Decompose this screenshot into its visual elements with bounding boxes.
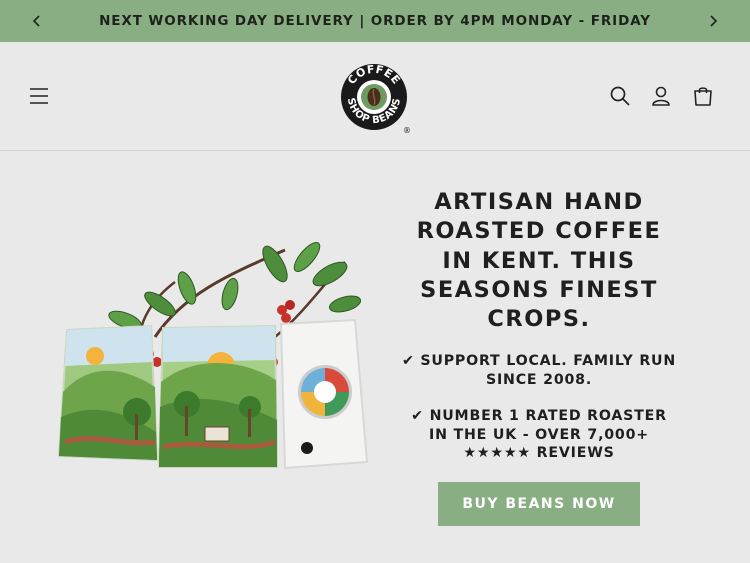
account-icon — [652, 86, 670, 106]
hamburger-icon — [30, 88, 48, 104]
hero-banner: ARTISAN HAND ROASTED COFFEE IN KENT. THI… — [0, 152, 750, 563]
search-button[interactable] — [607, 82, 633, 110]
hero-bullet-rated: ✔ NUMBER 1 RATED ROASTER IN THE UK - OVE… — [411, 408, 667, 443]
announcement-next-button[interactable] — [700, 8, 726, 34]
chevron-left-icon — [32, 15, 40, 27]
search-icon — [610, 86, 630, 106]
buy-beans-button[interactable]: BUY BEANS NOW — [438, 482, 640, 526]
site-header: COFFEE SHOP BEANS ® — [0, 42, 750, 151]
menu-button[interactable] — [26, 83, 52, 109]
hero-bullet-local: ✔ SUPPORT LOCAL. FAMILY RUN SINCE 2008. — [401, 353, 677, 388]
account-button[interactable] — [648, 82, 674, 110]
hero-headline: ARTISAN HAND ROASTED COFFEE IN KENT. THI… — [416, 189, 662, 333]
announcement-bar: NEXT WORKING DAY DELIVERY | ORDER BY 4PM… — [0, 0, 750, 42]
announcement-prev-button[interactable] — [24, 8, 50, 34]
hero-bullet-reviews: ★★★★★ REVIEWS — [463, 445, 615, 461]
cart-button[interactable] — [690, 82, 716, 110]
chevron-right-icon — [710, 15, 718, 27]
cart-icon — [694, 87, 712, 106]
svg-text:®: ® — [403, 126, 411, 134]
logo-graphic: COFFEE SHOP BEANS ® — [341, 63, 411, 135]
announcement-text: NEXT WORKING DAY DELIVERY | ORDER BY 4PM… — [99, 13, 651, 29]
coffee-bags-image — [57, 242, 369, 470]
site-logo[interactable]: COFFEE SHOP BEANS ® — [337, 62, 411, 135]
